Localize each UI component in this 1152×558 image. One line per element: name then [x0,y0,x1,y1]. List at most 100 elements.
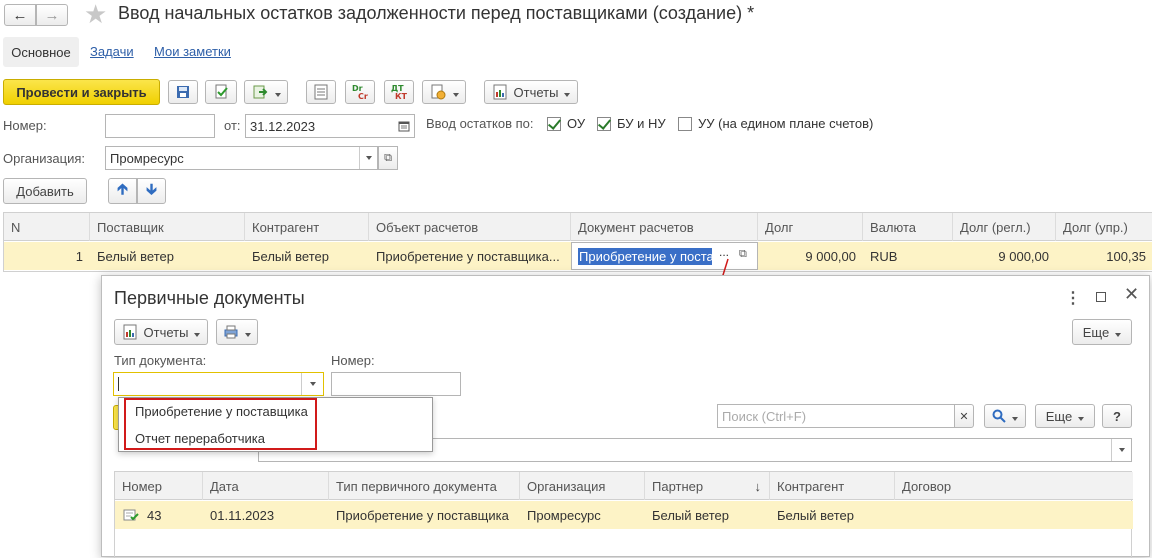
col-document[interactable]: Документ расчетов [571,213,758,241]
filter-dropdown-button[interactable] [1111,439,1131,461]
org-value: Промресурс [110,150,184,166]
check-uu-label: УУ (на едином плане счетов) [698,116,874,131]
add-button[interactable]: Добавить [3,178,87,204]
col-contract[interactable]: Договор [895,472,1133,500]
cell-supplier: Белый ветер [97,248,174,264]
dialog-more-button[interactable]: Еще [1072,319,1132,345]
col-supplier[interactable]: Поставщик [90,213,245,241]
dialog-more-label: Еще [1082,324,1110,340]
cell-partner: Белый ветер [652,507,729,523]
primary-documents-dialog: Первичные документы ⋮ ✕ Отчеты Еще Тип д… [101,275,1150,558]
arrow-left-icon: ← [12,6,28,24]
col-n[interactable]: N [4,213,90,241]
close-icon[interactable]: ✕ [1124,284,1139,305]
col-debt-regl[interactable]: Долг (регл.) [953,213,1056,241]
tab-main[interactable]: Основное [3,37,79,67]
post-and-close-button[interactable]: Провести и закрыть [3,79,160,105]
reports-button[interactable]: Отчеты [484,80,578,104]
list-doc-icon [314,84,328,100]
calendar-icon[interactable] [398,120,410,132]
cell-debt-upr: 100,35 [1106,248,1146,264]
col-debt-upr[interactable]: Долг (упр.) [1056,213,1152,241]
col-counterparty[interactable]: Контрагент [770,472,895,500]
maximize-icon[interactable] [1096,292,1106,302]
chevron-down-icon [1072,409,1084,424]
org-dropdown-button[interactable] [359,147,377,169]
chevron-down-icon [1006,409,1018,424]
dialog-print-button[interactable] [216,319,258,345]
doc-type-dropdown-button[interactable] [301,373,323,395]
tab-main-label: Основное [11,44,71,60]
doc-type-input[interactable] [113,372,324,396]
check-ou[interactable] [547,117,561,131]
cell-currency: RUB [870,248,898,264]
help-label: ? [1113,408,1121,424]
window-title: Ввод начальных остатков задолженности пе… [118,3,755,23]
table-row[interactable]: 43 01.11.2023 Приобретение у поставщика … [115,501,1133,529]
posted-document-icon [123,509,139,521]
col-partner[interactable]: Партнер ↓ [645,472,770,500]
chevron-down-icon [365,156,372,160]
col-object[interactable]: Объект расчетов [369,213,571,241]
search-input[interactable]: Поиск (Ctrl+F) [717,404,957,428]
cell-contract [895,501,1133,529]
number-input[interactable] [105,114,215,138]
open-window-icon[interactable]: ⧉ [739,248,747,261]
date-label: от: [224,118,241,133]
doc-type-label: Тип документа: [114,353,207,368]
chevron-down-icon [309,382,316,386]
org-label: Организация: [3,151,86,166]
cell-debt: 9 000,00 [805,248,856,264]
tab-my-notes[interactable]: Мои заметки [154,44,231,59]
search-placeholder: Поиск (Ctrl+F) [722,408,807,424]
post-and-close-label: Провести и закрыть [16,84,147,100]
check-bu-nu[interactable] [597,117,611,131]
list-button[interactable] [306,80,336,104]
search-button[interactable] [984,404,1026,428]
dt-cr-icon: DrCr [352,84,368,101]
dialog-reports-button[interactable]: Отчеты [114,319,208,345]
dt-cr-button[interactable]: Dr Cr [345,80,375,104]
col-debt[interactable]: Долг [758,213,863,241]
org-input[interactable]: Промресурс [105,146,378,170]
dt-kt-button[interactable]: ДТ КТ [384,80,414,104]
arrow-right-icon: → [44,6,60,24]
chevron-down-icon [269,85,281,100]
back-button[interactable]: ← [4,4,36,26]
search-clear-button[interactable]: ✕ [954,404,974,428]
table-row[interactable]: 1 Белый ветер Белый ветер Приобретение у… [4,242,1152,270]
attach-doc-icon [431,84,446,100]
check-uu[interactable] [678,117,692,131]
doc-type-dropdown-list: Приобретение у поставщика Отчет перерабо… [118,397,433,452]
org-open-button[interactable]: ⧉ [378,146,398,170]
help-button[interactable]: ? [1102,404,1132,428]
forward-button[interactable]: → [36,4,68,26]
create-based-icon [253,85,268,99]
col-currency[interactable]: Валюта [863,213,953,241]
dialog-number-label: Номер: [331,353,375,368]
attach-button[interactable] [422,80,466,104]
chevron-down-icon [1118,448,1125,452]
move-down-button[interactable]: 🡳 [137,178,166,204]
arrow-up-icon: 🡱 [117,180,128,198]
favorite-star-icon[interactable]: ★ [84,0,107,28]
cell-number-value: 43 [147,507,162,523]
tab-tasks[interactable]: Задачи [90,44,134,59]
col-organization[interactable]: Организация [520,472,645,500]
col-counterparty[interactable]: Контрагент [245,213,369,241]
create-based-on-button[interactable] [244,80,288,104]
col-date[interactable]: Дата [203,472,329,500]
save-button[interactable] [168,80,198,104]
floppy-icon [177,86,189,98]
more-vertical-icon[interactable]: ⋮ [1065,288,1081,308]
date-input[interactable]: 31.12.2023 [245,114,415,138]
col-number[interactable]: Номер [115,472,203,500]
dialog-number-input[interactable] [331,372,461,396]
dialog-more2-label: Еще [1045,408,1073,424]
post-button[interactable] [205,80,237,104]
cell-object: Приобретение у поставщика... [376,248,560,264]
dialog-more2-button[interactable]: Еще [1035,404,1095,428]
col-doc-type[interactable]: Тип первичного документа [329,472,520,500]
move-up-button[interactable]: 🡱 [108,178,137,204]
cell-doc-type: Приобретение у поставщика [336,507,509,523]
